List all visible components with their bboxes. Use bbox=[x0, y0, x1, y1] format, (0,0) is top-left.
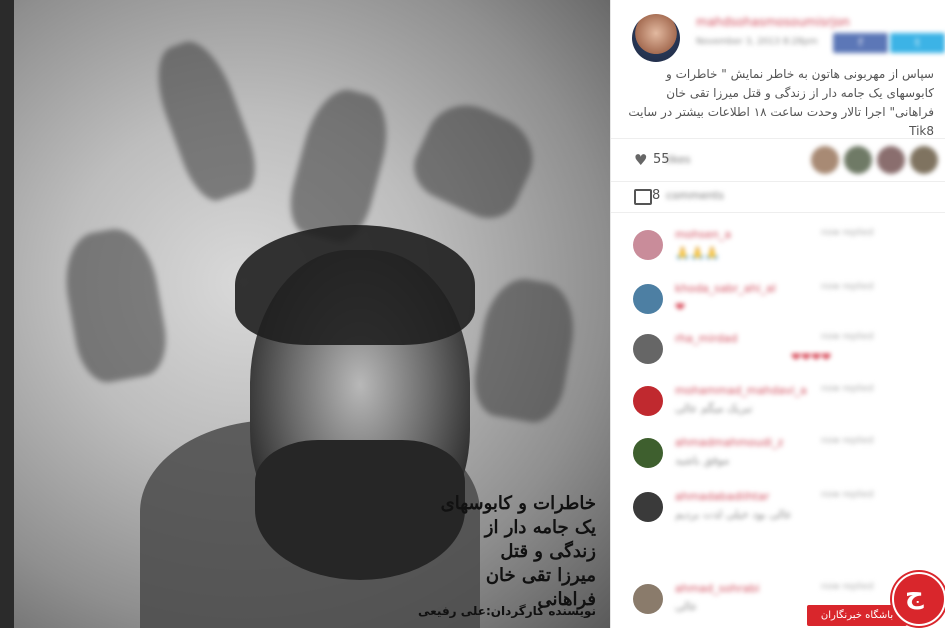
divider bbox=[611, 138, 945, 139]
comment-text: عالی بود خیلی لذت بردیم bbox=[675, 508, 792, 521]
comment-item: rha_mirdad now replied ❤❤❤❤ bbox=[611, 326, 945, 386]
author-username[interactable]: mahdsohasmosoumisrjon bbox=[696, 15, 850, 29]
poster-title-line: یک جامه دار از زندگی و قتل bbox=[484, 517, 596, 562]
comment-item: ahmadmahmoudi_z now replied موفق باشید bbox=[611, 430, 945, 490]
comment-time: now replied bbox=[821, 228, 874, 238]
post-caption: سپاس از مهربونی هاتون به خاطر نمایش " خا… bbox=[628, 67, 934, 138]
liker-avatar[interactable] bbox=[844, 146, 872, 174]
liker-avatar[interactable] bbox=[910, 146, 938, 174]
comment-avatar[interactable] bbox=[633, 386, 663, 416]
comments-row: 8 comments bbox=[611, 185, 945, 209]
comment-text: تبریک میگم عالی bbox=[675, 402, 753, 415]
post-header: mahdsohasmosoumisrjon November 3, 2013 8… bbox=[611, 0, 945, 64]
brand-watermark: باشگاه خبرنگاران ج bbox=[807, 567, 945, 628]
comment-time: now replied bbox=[821, 490, 874, 500]
comment-item: ahmadabadiihtar now replied عالی بود خیل… bbox=[611, 484, 945, 564]
comment-avatar[interactable] bbox=[633, 334, 663, 364]
comment-avatar[interactable] bbox=[633, 492, 663, 522]
hand-shape bbox=[57, 223, 173, 387]
poster-credit: نویسنده کارگردان:علی رفیعی bbox=[418, 604, 596, 618]
liker-avatar[interactable] bbox=[877, 146, 905, 174]
heart-icon[interactable]: ♥ bbox=[634, 152, 650, 168]
comment-username[interactable]: mohammad_mahdavi_a bbox=[675, 384, 807, 397]
comment-username[interactable]: ahmadabadiihtar bbox=[675, 490, 769, 503]
post-date: November 3, 2013 8:28pm bbox=[696, 37, 818, 47]
comment-username[interactable]: ahmad_sohrabi bbox=[675, 582, 759, 595]
poster-side-strip bbox=[0, 0, 14, 628]
comment-text: موفق باشید bbox=[675, 454, 730, 467]
divider bbox=[611, 181, 945, 182]
share-facebook-button[interactable]: f bbox=[833, 33, 888, 53]
post-details-panel: mahdsohasmosoumisrjon November 3, 2013 8… bbox=[610, 0, 945, 628]
comment-avatar[interactable] bbox=[633, 230, 663, 260]
comment-username[interactable]: ahmadmahmoudi_z bbox=[675, 436, 783, 449]
hand-shape bbox=[468, 273, 582, 427]
comment-text: ❤ bbox=[675, 300, 686, 314]
liker-avatar[interactable] bbox=[811, 146, 839, 174]
comment-icon[interactable] bbox=[634, 189, 652, 205]
figure-beard bbox=[255, 440, 465, 580]
comment-time: now replied bbox=[821, 384, 874, 394]
comment-item: mohsen_a now replied 🙏🙏🙏 bbox=[611, 222, 945, 282]
likes-row: ♥ 55 likes bbox=[611, 140, 945, 180]
comments-count: 8 bbox=[652, 188, 661, 203]
comments-label: comments bbox=[666, 189, 724, 202]
comment-avatar[interactable] bbox=[633, 584, 663, 614]
brand-logo-icon: ج bbox=[905, 580, 924, 610]
poster-title: خاطرات و کابوسهای یک جامه دار از زندگی و… bbox=[436, 492, 596, 612]
post-image[interactable]: خاطرات و کابوسهای یک جامه دار از زندگی و… bbox=[0, 0, 610, 628]
comment-avatar[interactable] bbox=[633, 284, 663, 314]
poster-title-line: خاطرات و کابوسهای bbox=[440, 493, 596, 514]
comment-time: now replied bbox=[821, 436, 874, 446]
divider bbox=[611, 212, 945, 213]
comment-username[interactable]: mohsen_a bbox=[675, 228, 731, 241]
brand-label: باشگاه خبرنگاران bbox=[807, 605, 907, 626]
comment-time: now replied bbox=[821, 332, 874, 342]
hand-shape bbox=[144, 32, 266, 208]
hand-shape bbox=[281, 82, 399, 248]
author-avatar[interactable] bbox=[632, 14, 680, 62]
comment-text: عالی bbox=[675, 600, 698, 613]
share-twitter-button[interactable]: t bbox=[890, 33, 945, 53]
figure-hair bbox=[235, 225, 475, 345]
likes-label: likes bbox=[666, 153, 691, 166]
comment-avatar[interactable] bbox=[633, 438, 663, 468]
comment-item: mohammad_mahdavi_a now replied تبریک میگ… bbox=[611, 378, 945, 438]
comment-username[interactable]: rha_mirdad bbox=[675, 332, 737, 345]
comment-text: ❤❤❤❤ bbox=[791, 350, 832, 364]
comment-username[interactable]: khoda_sabr_ahi_al bbox=[675, 282, 776, 295]
comment-time: now replied bbox=[821, 282, 874, 292]
hand-shape bbox=[404, 91, 546, 229]
comment-text: 🙏🙏🙏 bbox=[675, 246, 720, 260]
